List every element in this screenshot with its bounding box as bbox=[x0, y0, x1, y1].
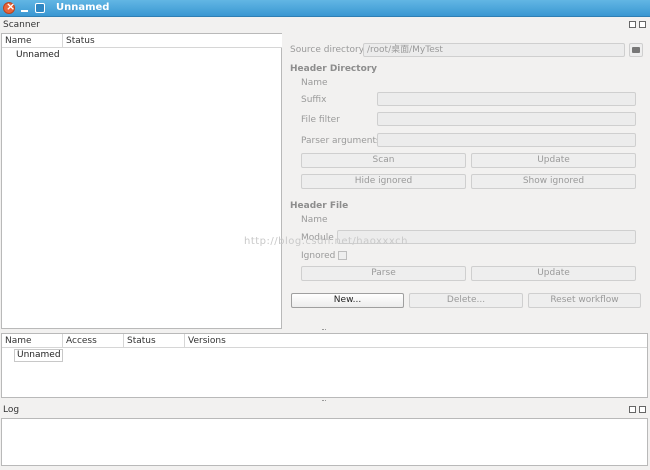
header-directory-title: Header Directory bbox=[290, 64, 378, 74]
parse-button[interactable]: Parse bbox=[301, 266, 466, 281]
splitter-handle[interactable] bbox=[322, 329, 326, 331]
splitter-handle[interactable] bbox=[322, 400, 326, 402]
log-view[interactable] bbox=[1, 418, 648, 466]
suffix-label: Suffix bbox=[301, 95, 327, 105]
parser-arguments-field[interactable] bbox=[377, 133, 636, 147]
ignored-checkbox[interactable] bbox=[338, 251, 347, 260]
modules-table[interactable]: Name Access Status Versions Unnamed bbox=[1, 333, 648, 398]
name-label: Name bbox=[301, 78, 328, 88]
source-directory-label: Source directory bbox=[290, 45, 365, 55]
update-file-button[interactable]: Update bbox=[471, 266, 636, 281]
new-button[interactable]: New... bbox=[291, 293, 404, 308]
close-dock-icon[interactable] bbox=[639, 21, 646, 28]
table-cell-name[interactable]: Unnamed bbox=[14, 349, 63, 362]
reset-workflow-button[interactable]: Reset workflow bbox=[528, 293, 641, 308]
header-file-title: Header File bbox=[290, 201, 349, 211]
folder-icon[interactable] bbox=[629, 43, 643, 57]
file-name-label: Name bbox=[301, 215, 328, 225]
float-icon[interactable] bbox=[629, 21, 636, 28]
parser-arguments-label: Parser arguments bbox=[301, 136, 381, 146]
suffix-field[interactable] bbox=[377, 92, 636, 106]
show-ignored-button[interactable]: Show ignored bbox=[471, 174, 636, 189]
delete-button[interactable]: Delete... bbox=[409, 293, 523, 308]
column-header-status[interactable]: Status bbox=[63, 34, 282, 48]
scanner-dock-title: Scanner bbox=[3, 20, 40, 30]
ignored-label: Ignored bbox=[301, 251, 336, 261]
update-button[interactable]: Update bbox=[471, 153, 636, 168]
column-header-status[interactable]: Status bbox=[124, 334, 185, 348]
source-directory-field[interactable]: /root/桌面/MyTest bbox=[363, 43, 625, 57]
column-header-access[interactable]: Access bbox=[63, 334, 124, 348]
close-icon[interactable] bbox=[3, 0, 15, 14]
hide-ignored-button[interactable]: Hide ignored bbox=[301, 174, 466, 189]
tree-item[interactable]: Unnamed bbox=[16, 50, 60, 60]
float-icon[interactable] bbox=[629, 406, 636, 413]
close-dock-icon[interactable] bbox=[639, 406, 646, 413]
watermark-text: http://blog.csdn.net/haoxxxch bbox=[244, 236, 408, 247]
maximize-icon[interactable] bbox=[35, 3, 45, 13]
window-title: Unnamed bbox=[56, 2, 110, 13]
column-header-name[interactable]: Name bbox=[2, 34, 63, 48]
column-header-name[interactable]: Name bbox=[2, 334, 63, 348]
scan-button[interactable]: Scan bbox=[301, 153, 466, 168]
column-header-versions[interactable]: Versions bbox=[185, 334, 647, 348]
minimize-icon[interactable] bbox=[19, 2, 31, 14]
scanner-tree[interactable]: Name Status Unnamed bbox=[1, 33, 282, 329]
file-filter-label: File filter bbox=[301, 115, 340, 125]
log-dock-title: Log bbox=[3, 405, 20, 415]
window-titlebar: Unnamed bbox=[0, 0, 650, 17]
file-filter-field[interactable] bbox=[377, 112, 636, 126]
